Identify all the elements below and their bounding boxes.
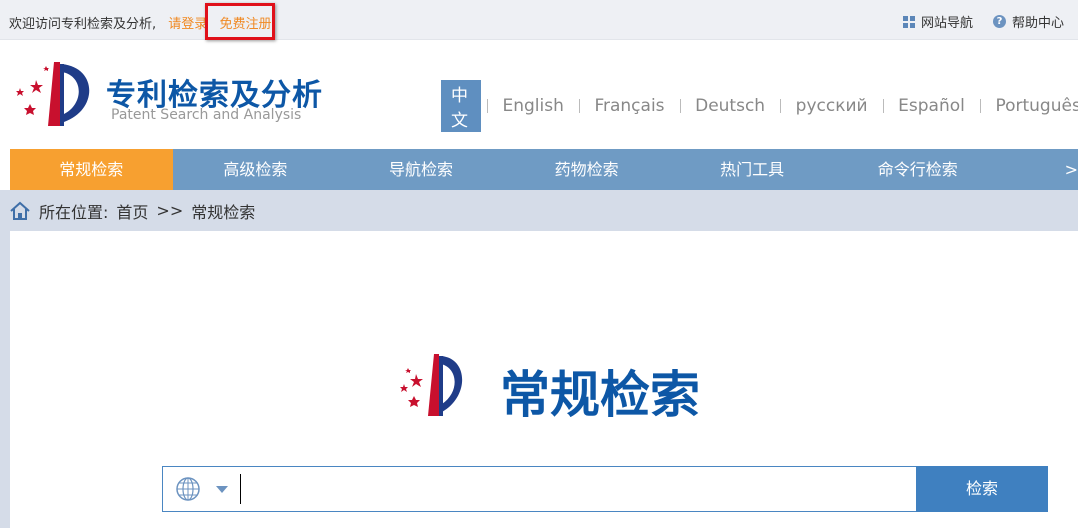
lang-zh[interactable]: 中文 [441,80,481,132]
globe-icon[interactable] [176,477,200,501]
nav-hot-tools[interactable]: 热门工具 [669,149,835,190]
search-bar: 检索 [162,465,1048,512]
lang-pt[interactable]: Português [980,96,1078,116]
main-nav: 常规检索 高级检索 导航检索 药物检索 热门工具 命令行检索 > [10,149,1078,190]
site-nav-link[interactable]: 网站导航 [902,12,973,31]
lang-en[interactable]: English [487,96,578,116]
help-link[interactable]: ? 帮助中心 [992,12,1064,31]
site-nav-label: 网站导航 [920,16,973,31]
help-icon: ? [992,15,1006,28]
nav-navigation-search[interactable]: 导航检索 [338,149,504,190]
breadcrumb-current: 常规检索 [191,202,256,222]
language-switcher: 中文 English Français Deutsch русский Espa… [441,80,1078,132]
lang-de[interactable]: Deutsch [680,96,780,116]
search-button[interactable]: 检索 [916,465,1048,512]
nav-regular-search[interactable]: 常规检索 [10,149,173,190]
breadcrumb-sep: >> [156,201,184,220]
logo-icon [16,62,90,126]
search-title: 常规检索 [500,366,700,424]
highlight-box [205,3,275,40]
nav-command-search[interactable]: 命令行检索 [835,149,1001,190]
search-logo-icon [400,354,463,416]
lang-es[interactable]: Español [883,96,980,116]
home-icon [10,201,30,220]
nav-drug-search[interactable]: 药物检索 [504,149,670,190]
search-input[interactable] [240,474,916,504]
grid-icon [902,15,915,28]
welcome-text: 欢迎访问专利检索及分析, [9,17,157,32]
brand-subtitle: Patent Search and Analysis [111,107,302,123]
breadcrumb-home[interactable]: 首页 [116,199,148,223]
nav-advanced-search[interactable]: 高级检索 [173,149,339,190]
breadcrumb-prefix: 所在位置: [39,202,109,222]
breadcrumb: 所在位置: 首页 >> 常规检索 [0,190,1078,231]
side-strip [0,231,10,528]
lang-fr[interactable]: Français [579,96,679,116]
login-link[interactable]: 请登录 [168,17,207,32]
help-label: 帮助中心 [1011,16,1064,31]
dropdown-arrow-icon[interactable] [216,485,228,493]
top-bar: 欢迎访问专利检索及分析, 请登录 免费注册 网站导航 ? 帮助中心 [0,0,1078,40]
nav-more-button[interactable]: > [1065,149,1078,190]
lang-ru[interactable]: русский [781,96,883,116]
